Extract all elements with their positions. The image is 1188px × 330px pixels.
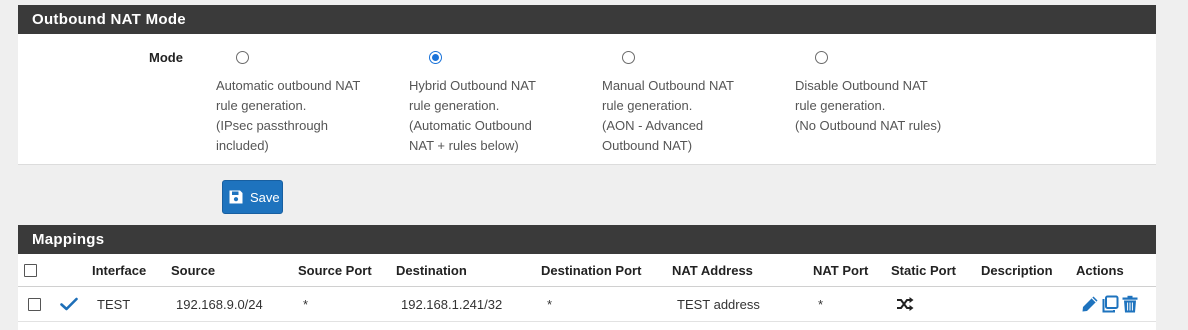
option-description: Disable Outbound NAT rule generation. (N…: [795, 76, 970, 136]
save-icon: [229, 190, 243, 204]
option-line: NAT + rules below): [409, 138, 519, 153]
select-all-cell[interactable]: [24, 254, 37, 286]
option-description: Automatic outbound NAT rule generation. …: [216, 76, 391, 156]
option-line: Outbound NAT): [602, 138, 693, 153]
header-interface[interactable]: Interface: [92, 254, 146, 286]
radio-automatic[interactable]: [236, 51, 249, 64]
mode-option-automatic[interactable]: Automatic outbound NAT rule generation. …: [216, 51, 391, 156]
row-checkbox[interactable]: [28, 297, 41, 311]
option-line: (Automatic Outbound: [409, 118, 532, 133]
panel-title: Mappings: [18, 225, 1156, 254]
option-description: Manual Outbound NAT rule generation. (AO…: [602, 76, 777, 156]
option-line: Automatic outbound NAT: [216, 78, 361, 93]
row-actions: [1081, 287, 1139, 321]
outbound-nat-mode-panel: Outbound NAT Mode Mode Automatic outboun…: [18, 5, 1156, 165]
header-destination-port[interactable]: Destination Port: [541, 254, 641, 286]
header-static-port[interactable]: Static Port: [891, 254, 956, 286]
cell-nat-port: *: [818, 296, 824, 312]
check-icon[interactable]: [60, 287, 78, 321]
cell-destination-port: *: [547, 296, 553, 312]
header-actions: Actions: [1076, 262, 1124, 278]
save-label: Save: [250, 189, 280, 205]
header-nat-address[interactable]: NAT Address: [672, 254, 753, 286]
option-line: Disable Outbound NAT: [795, 78, 928, 93]
radio-disable[interactable]: [815, 51, 828, 64]
random-icon: [896, 287, 914, 321]
mode-option-manual[interactable]: Manual Outbound NAT rule generation. (AO…: [602, 51, 777, 156]
option-line: (No Outbound NAT rules): [795, 118, 942, 133]
panel-title: Outbound NAT Mode: [18, 5, 1156, 34]
mode-option-disable[interactable]: Disable Outbound NAT rule generation. (N…: [795, 51, 970, 136]
header-source[interactable]: Source: [171, 254, 215, 286]
cell-destination: 192.168.1.241/32: [401, 296, 503, 312]
trash-icon[interactable]: [1121, 295, 1139, 313]
mappings-panel: Mappings Interface Source Source Port De…: [18, 225, 1156, 330]
header-description[interactable]: Description: [981, 254, 1053, 286]
pencil-icon[interactable]: [1081, 295, 1099, 313]
option-line: Manual Outbound NAT: [602, 78, 734, 93]
save-button[interactable]: Save: [222, 180, 283, 214]
option-line: rule generation.: [795, 98, 886, 113]
option-line: (IPsec passthrough: [216, 118, 329, 133]
option-line: rule generation.: [216, 98, 307, 113]
select-all-checkbox[interactable]: [24, 263, 37, 277]
cell-source-port: *: [303, 296, 309, 312]
cell-source: 192.168.9.0/24: [176, 296, 263, 312]
table-row[interactable]: TEST 192.168.9.0/24 * 192.168.1.241/32 *…: [18, 287, 1156, 322]
header-destination[interactable]: Destination: [396, 254, 467, 286]
row-select-cell[interactable]: [28, 287, 41, 321]
option-description: Hybrid Outbound NAT rule generation. (Au…: [409, 76, 584, 156]
copy-icon[interactable]: [1101, 295, 1119, 313]
radio-manual[interactable]: [622, 51, 635, 64]
mappings-table: Interface Source Source Port Destination…: [18, 254, 1156, 330]
mode-label: Mode: [149, 50, 183, 65]
mode-option-hybrid[interactable]: Hybrid Outbound NAT rule generation. (Au…: [409, 51, 584, 156]
radio-hybrid[interactable]: [429, 51, 442, 64]
header-nat-port[interactable]: NAT Port: [813, 254, 868, 286]
option-line: rule generation.: [409, 98, 500, 113]
option-line: rule generation.: [602, 98, 693, 113]
cell-nat-address: TEST address: [677, 296, 760, 312]
option-line: Hybrid Outbound NAT: [409, 78, 536, 93]
option-line: included): [216, 138, 269, 153]
nat-mode-body: Mode Automatic outbound NAT rule generat…: [18, 34, 1156, 165]
option-line: (AON - Advanced: [602, 118, 704, 133]
cell-interface: TEST: [97, 296, 131, 312]
table-header-row: Interface Source Source Port Destination…: [18, 254, 1156, 287]
header-source-port[interactable]: Source Port: [298, 254, 372, 286]
